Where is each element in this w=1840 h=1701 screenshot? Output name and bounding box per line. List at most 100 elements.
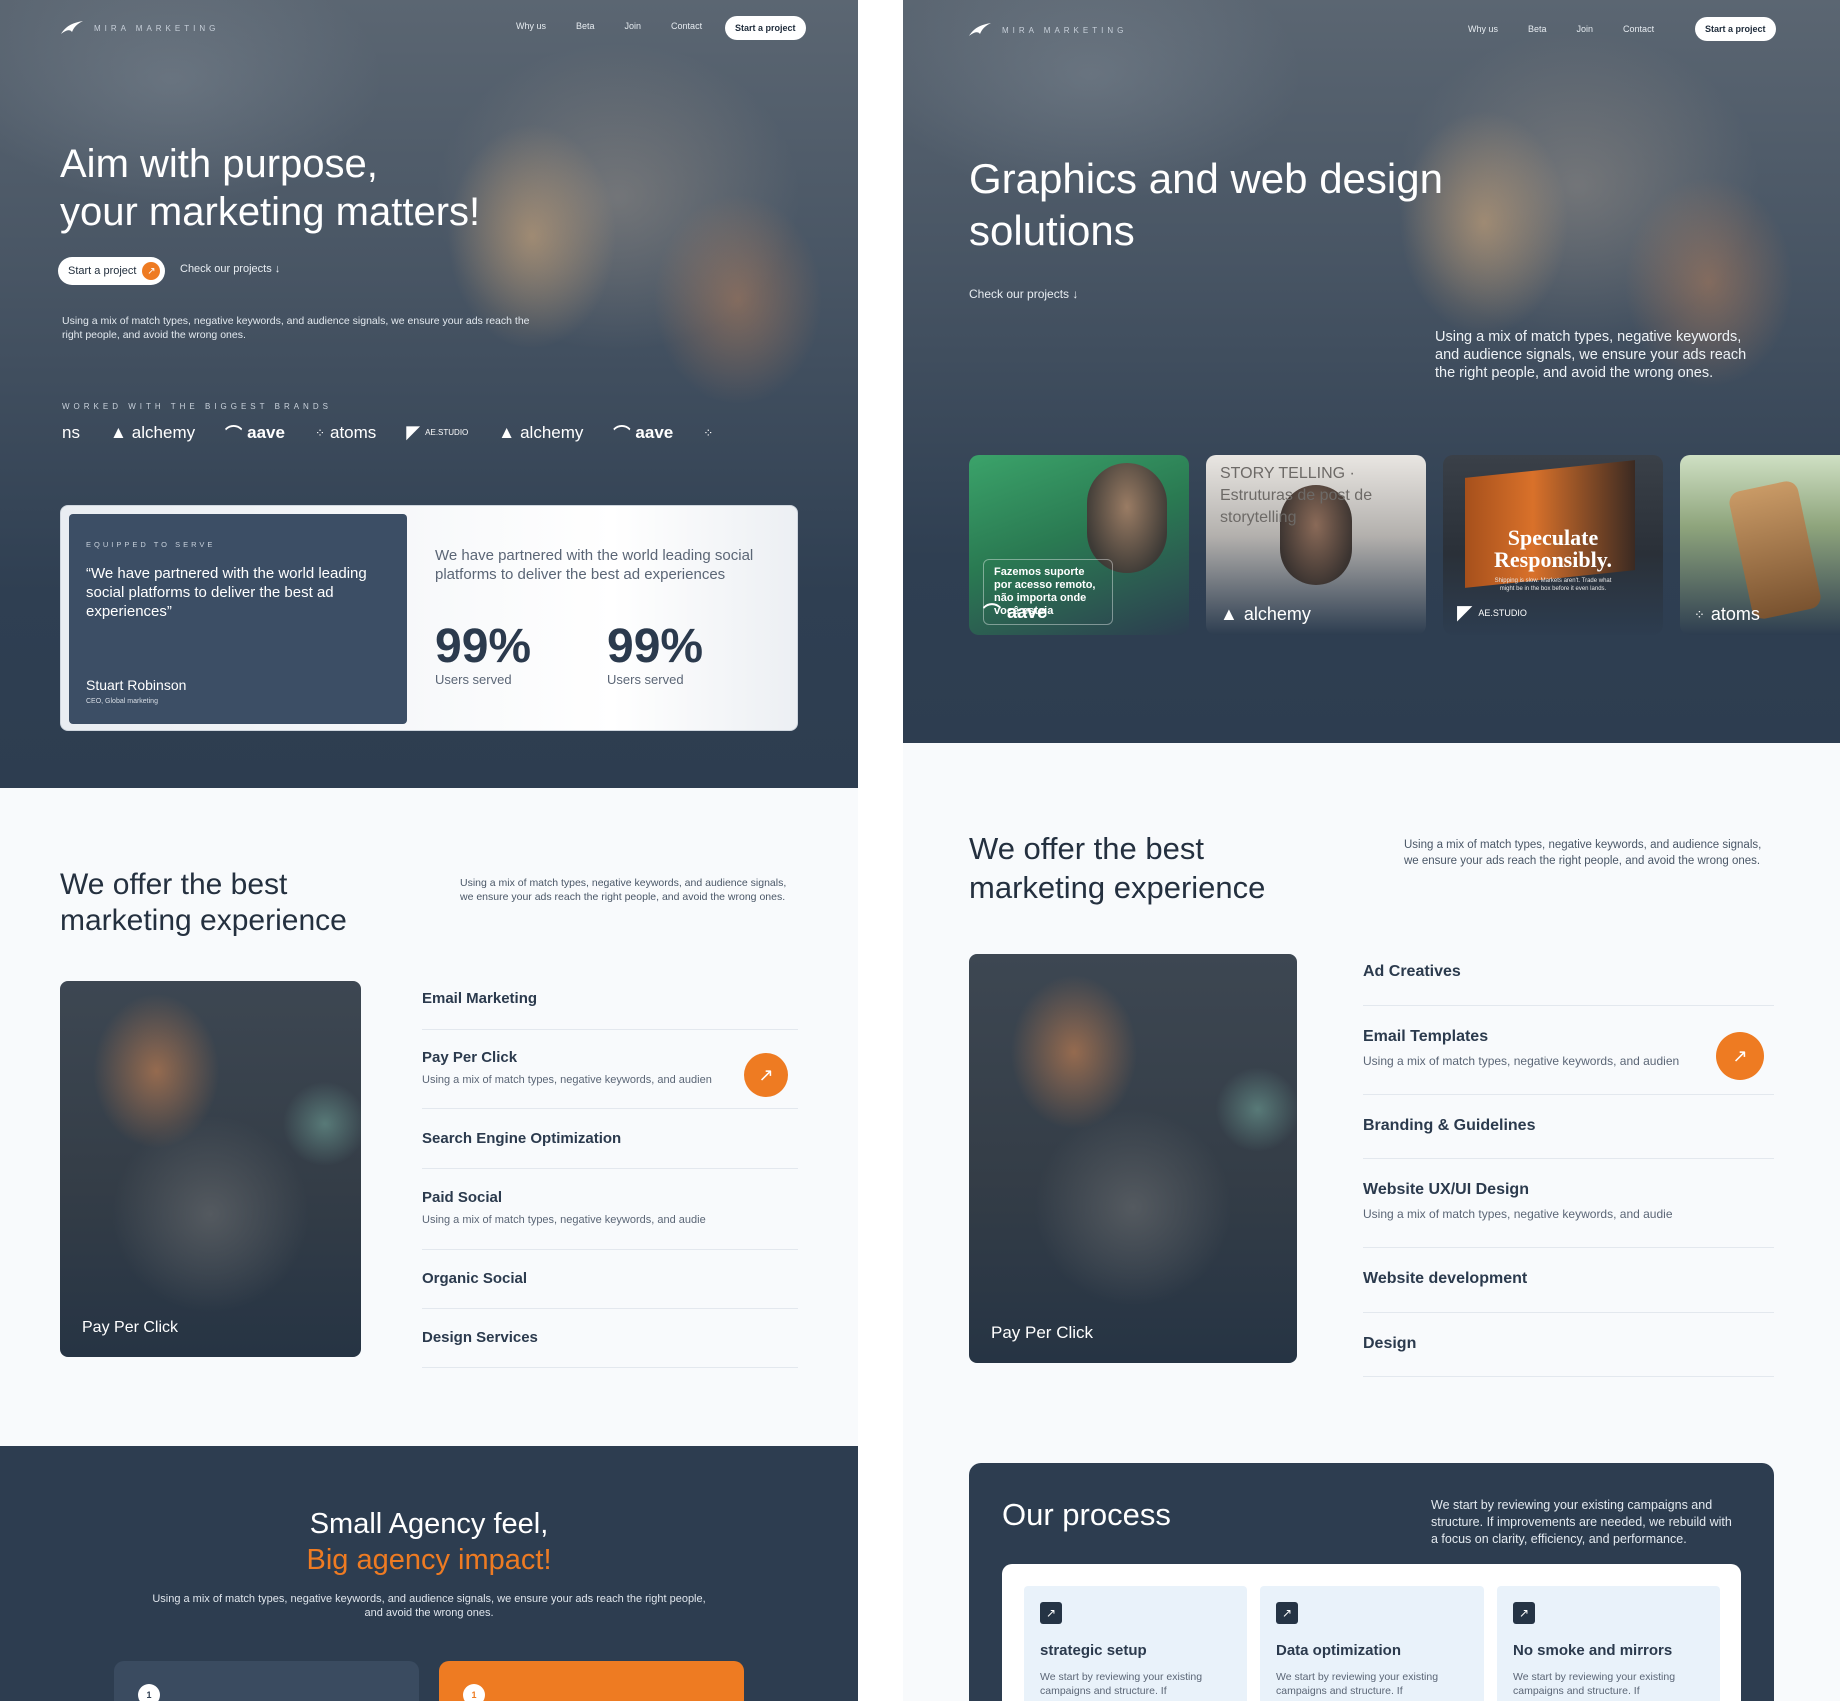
phone-visual [1727,479,1823,621]
arch-icon: ⌒ [983,603,1001,623]
project-card-aave[interactable]: Fazemos suporte por acesso remoto, não i… [969,455,1189,635]
nav-beta[interactable]: Beta [1528,24,1547,34]
ae-mark-icon: ◤ [406,422,421,442]
service-item-pay-per-click[interactable]: Pay Per Click Using a mix of match types… [422,1049,798,1109]
project-brand: ⌒ aave [983,599,1047,625]
brand-name: AE.STUDIO [425,428,469,437]
service-item-paid-social[interactable]: Paid Social Using a mix of match types, … [422,1189,798,1250]
brand-logo[interactable]: MIRA MARKETING [60,20,219,36]
check-projects-link[interactable]: Check our projects ↓ [180,263,280,275]
services-title-line1: We offer the best [969,831,1204,866]
arrow-up-right-icon: ↗ [1040,1602,1062,1624]
service-image-card[interactable]: Pay Per Click [60,981,361,1357]
hero-description: Using a mix of match types, negative key… [1435,329,1747,381]
nav-join[interactable]: Join [1577,24,1594,34]
triangle-a-icon: ▲ [109,422,127,442]
brand-logo[interactable]: MIRA MARKETING [968,22,1127,38]
project-card-atoms[interactable]: ⁘ atoms [1680,455,1840,635]
brand-logo-aave: ⌒ aave [225,420,285,445]
service-item-website-development[interactable]: Website development [1363,1270,1774,1313]
agency-step-card-highlight: 1 [439,1661,744,1701]
service-image-label: Pay Per Click [991,1323,1094,1342]
hero-start-project-button[interactable]: Start a project ↗ [58,257,166,285]
service-item-design-services[interactable]: Design Services [422,1329,798,1368]
service-item-email-marketing[interactable]: Email Marketing [422,990,798,1030]
triangle-a-icon: ▲ [1220,604,1238,624]
stat-value: 99% [607,620,704,673]
quote-role: CEO, Global marketing [86,698,158,705]
right-hero: MIRA MARKETING Why us Beta Join Contact … [903,0,1840,743]
arrow-up-right-icon[interactable]: ↗ [1716,1032,1764,1080]
step-number: 1 [138,1684,160,1701]
brand-name: MIRA MARKETING [1002,25,1128,35]
quote-text: “We have partnered with the world leadin… [86,565,367,620]
project-overlay-text: STORY TELLING · Estruturas de post de st… [1220,465,1373,526]
brand-strip: ns ▲ alchemy ⌒ aave ⁘ atoms ◤ AE.STUDIO ▲ alc… [62,420,713,445]
nav-start-project-button[interactable]: Start a project [1695,17,1776,41]
arrow-up-right-icon: ↗ [142,262,161,280]
service-item-ad-creatives[interactable]: Ad Creatives [1363,963,1774,1006]
hero-title-line2: solutions [969,207,1135,254]
stat-label: Users served [607,672,684,687]
nav-start-project-button[interactable]: Start a project [725,16,806,40]
process-card-title: Data optimization [1276,1642,1402,1659]
process-card-desc: We start by reviewing your existing camp… [1513,1671,1676,1697]
check-projects-label: Check our projects [969,287,1070,301]
nav-why-us[interactable]: Why us [1468,24,1498,34]
service-title: Email Marketing [422,990,538,1007]
service-item-design[interactable]: Design [1363,1335,1774,1377]
brands-label: WORKED WITH THE BIGGEST BRANDS [62,402,332,411]
project-overlay-text: Speculate Responsibly. [1494,525,1612,572]
service-item-organic-social[interactable]: Organic Social [422,1270,798,1309]
nav-why-us[interactable]: Why us [516,21,546,31]
stat-value: 99% [435,620,532,673]
brand-name: atoms [1710,604,1760,624]
project-card-aestudio[interactable]: Speculate Responsibly. Shipping is slow.… [1443,455,1663,635]
process-card: ↗ No smoke and mirrors We start by revie… [1497,1586,1720,1701]
process-card: ↗ Data optimization We start by reviewin… [1260,1586,1484,1701]
hero-title-line1: Graphics and web design [969,155,1443,202]
nav-beta[interactable]: Beta [576,21,595,31]
services-title: We offer the best marketing experience [60,867,400,939]
service-desc: Using a mix of match types, negative key… [422,1214,706,1226]
services-description: Using a mix of match types, negative key… [1404,839,1762,867]
service-title: Email Templates [1363,1028,1489,1045]
service-item-email-templates[interactable]: Email Templates Using a mix of match typ… [1363,1028,1774,1095]
service-item-branding[interactable]: Branding & Guidelines [1363,1117,1774,1159]
triangle-a-icon: ▲ [498,422,516,442]
services-title: We offer the best marketing experience [969,829,1329,907]
nav-join[interactable]: Join [625,21,642,31]
service-title: Paid Social [422,1189,503,1206]
process-card-container: ↗ strategic setup We start by reviewing … [1002,1564,1741,1701]
process-section: Our process We start by reviewing your e… [969,1463,1774,1701]
arrow-up-right-icon[interactable]: ↗ [744,1053,788,1097]
step-number: 1 [463,1684,485,1701]
service-item-seo[interactable]: Search Engine Optimization [422,1130,798,1169]
agency-step-card: 1 [114,1661,419,1701]
brand-logo-alchemy: ▲ alchemy [110,423,195,443]
quote-author: Stuart Robinson [86,677,187,693]
right-page-panel: MIRA MARKETING Why us Beta Join Contact … [903,0,1840,1701]
dots-icon: ⁘ [1694,606,1705,622]
service-desc: Using a mix of match types, negative key… [1363,1054,1680,1068]
project-card-alchemy[interactable]: STORY TELLING · Estruturas de post de st… [1206,455,1426,635]
left-hero: MIRA MARKETING Why us Beta Join Contact … [0,0,858,788]
brand-logo-alchemy: ▲ alchemy [498,423,583,443]
service-item-website-uxui[interactable]: Website UX/UI Design Using a mix of matc… [1363,1181,1774,1248]
arrow-down-icon: ↓ [274,263,281,275]
nav-contact[interactable]: Contact [1623,24,1654,34]
brand-name: alchemy [520,422,584,442]
services-title-line2: marketing experience [969,870,1266,905]
nav-contact[interactable]: Contact [671,21,702,31]
brand-name: MIRA MARKETING [94,23,220,33]
service-desc: Using a mix of match types, negative key… [422,1074,712,1086]
service-image-card[interactable]: Pay Per Click [969,954,1297,1363]
arch-icon: ⌒ [613,425,631,444]
process-card: ↗ strategic setup We start by reviewing … [1024,1586,1247,1701]
check-projects-link[interactable]: Check our projects ↓ [969,287,1078,301]
services-description: Using a mix of match types, negative key… [460,877,787,903]
hero-title: Graphics and web design solutions [969,153,1529,257]
project-overlay-sub: Shipping is slow. Markets aren't. Trade … [1494,578,1612,592]
bird-logo-icon [61,21,83,34]
brand-name: atoms [330,422,377,442]
